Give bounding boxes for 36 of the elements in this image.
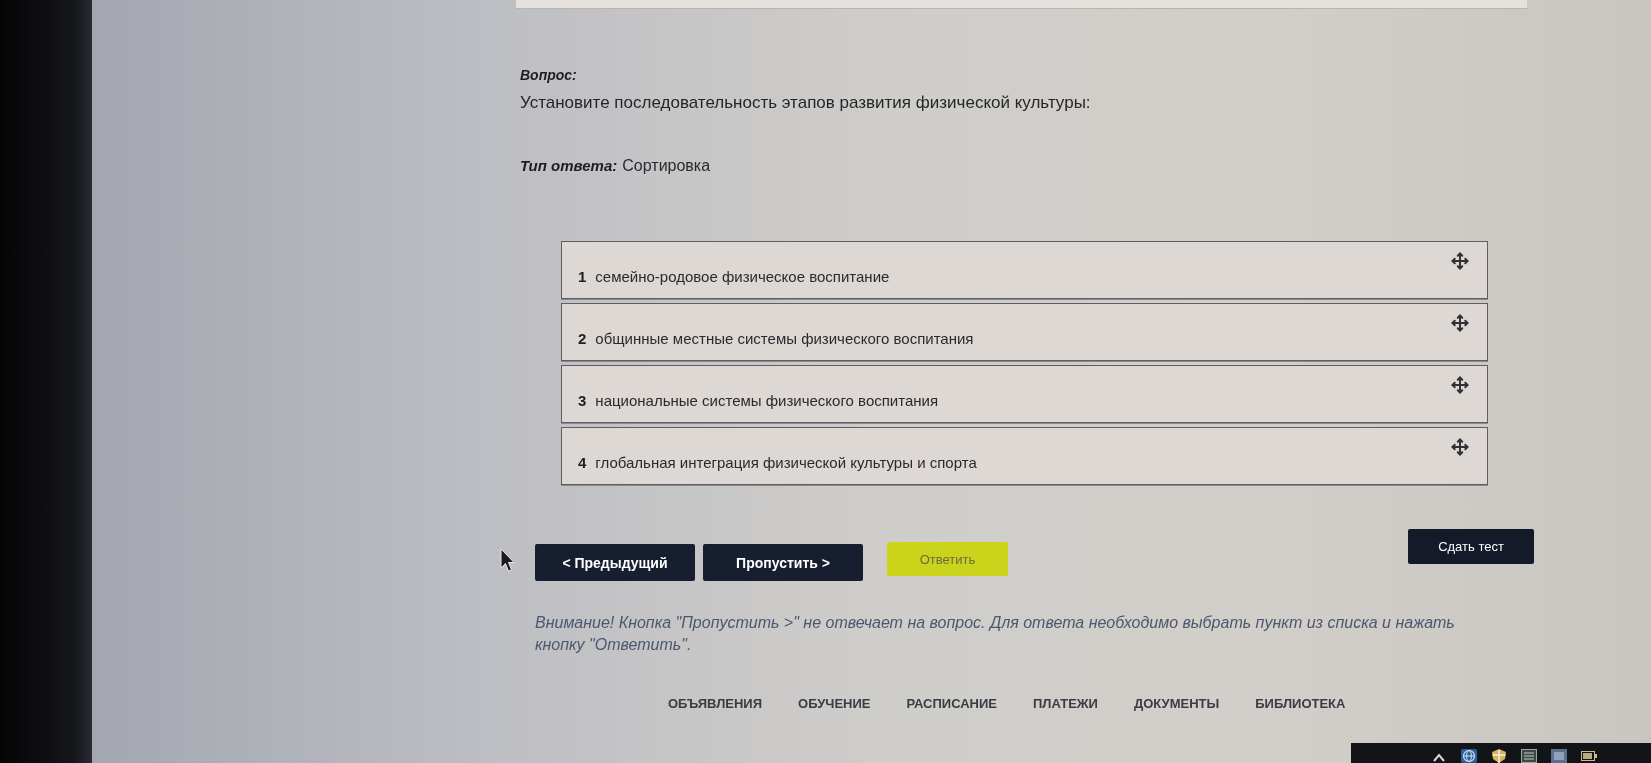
item-text: национальные системы физического воспитания [595, 391, 940, 409]
submit-test-button[interactable]: Сдать тест [1408, 529, 1534, 564]
item-number: 3 [578, 391, 587, 409]
nav-link[interactable]: БИБЛИОТЕКА [1255, 696, 1346, 711]
move-icon[interactable] [1451, 376, 1469, 394]
nav-link[interactable]: РАСПИСАНИЕ [906, 696, 997, 711]
mouse-cursor-icon [500, 548, 515, 572]
answer-type-value: Сортировка [622, 157, 711, 175]
notice-text: Внимание! Кнопка "Пропустить >" не отвечает на вопрос. Для ответа необходимо выбрать пункт из списка и нажать кнопку "Ответить". [535, 613, 1456, 655]
nav-link[interactable]: ДОКУМЕНТЫ [1133, 696, 1220, 711]
item-number: 4 [578, 453, 587, 471]
answer-button[interactable]: Ответить [887, 542, 1008, 576]
globe-icon[interactable] [1461, 749, 1477, 763]
move-icon[interactable] [1451, 314, 1469, 332]
move-icon[interactable] [1451, 438, 1469, 456]
list-icon[interactable] [1521, 749, 1537, 763]
question-label: Вопрос: [520, 66, 578, 84]
item-text: семейно-родовое физическое воспитание [595, 267, 891, 285]
sortable-item[interactable]: 4 глобальная интеграция физической культуры и спорта [561, 427, 1488, 485]
answer-type-label: Тип ответа: [520, 157, 618, 174]
battery-icon[interactable] [1581, 749, 1597, 763]
sortable-item[interactable]: 2 общинные местные системы физического воспитания [561, 303, 1488, 361]
nav-link[interactable]: ПЛАТЕЖИ [1033, 696, 1098, 711]
item-number: 1 [578, 267, 587, 285]
nav-link[interactable]: ОБУЧЕНИЕ [798, 696, 871, 711]
shield-icon[interactable] [1491, 749, 1507, 763]
move-icon[interactable] [1451, 252, 1469, 270]
sortable-item[interactable]: 1 семейно-родовое физическое воспитание [561, 241, 1488, 299]
item-text: глобальная интеграция физической культуры и спорта [595, 453, 978, 471]
item-number: 2 [578, 329, 587, 347]
sortable-item[interactable]: 3 национальные системы физического воспитания [561, 365, 1488, 423]
question-text: Установите последовательность этапов развития физической культуры: [520, 92, 1092, 114]
nav-button[interactable]: Пропустить > [703, 544, 863, 581]
nav-link[interactable]: ОБЪЯВЛЕНИЯ [668, 696, 763, 711]
item-text: общинные местные системы физического воспитания [595, 329, 975, 347]
nav-button[interactable]: < Предыдущий [535, 544, 695, 581]
